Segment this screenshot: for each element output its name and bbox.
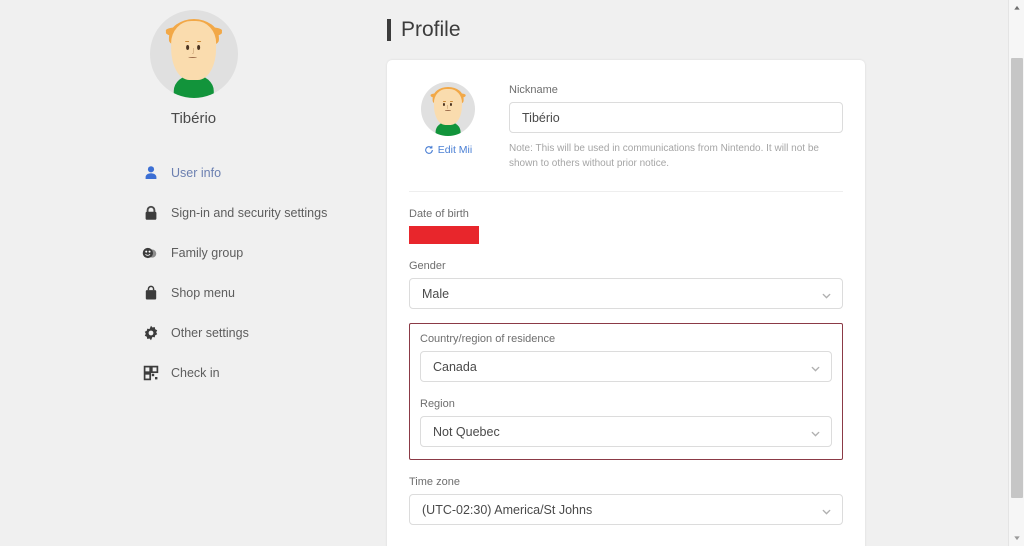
qr-code-icon <box>142 365 159 382</box>
gear-icon <box>142 325 159 342</box>
sidebar-item-label: Sign-in and security settings <box>171 206 328 220</box>
gender-select[interactable]: Male <box>409 278 843 309</box>
profile-name: Tibério <box>170 110 217 127</box>
date-of-birth-field: Date of birth <box>409 208 843 244</box>
mii-avatar <box>149 10 238 98</box>
family-icon <box>142 245 159 262</box>
sidebar-item-label: Family group <box>171 246 244 260</box>
timezone-select-wrap: (UTC-02:30) America/St Johns <box>409 494 843 525</box>
mii-eye-left <box>443 103 446 107</box>
sidebar-item-label: Other settings <box>171 326 249 340</box>
mii-eye-right <box>197 44 201 50</box>
refresh-icon <box>424 145 434 155</box>
scroll-up-arrow-icon[interactable] <box>1009 0 1024 16</box>
edit-mii-button[interactable]: Edit Mii <box>424 144 472 156</box>
mii-mouth <box>444 110 451 112</box>
country-value: Canada <box>433 359 477 374</box>
profile-page: Tibério User info Sign-in and security s… <box>0 0 1024 546</box>
shopping-bag-icon <box>142 285 159 302</box>
scroll-down-arrow-icon[interactable] <box>1009 530 1024 546</box>
lock-icon <box>142 205 159 222</box>
nickname-column: Nickname Note: This will be used in comm… <box>509 82 843 171</box>
sidebar-item-family-group[interactable]: Family group <box>142 233 387 273</box>
nickname-label: Nickname <box>509 84 558 96</box>
scrollbar-thumb[interactable] <box>1011 58 1023 498</box>
date-of-birth-redaction <box>409 226 479 244</box>
page-title: Profile <box>401 18 461 41</box>
title-accent-bar <box>387 19 391 41</box>
country-region-highlight-group: Country/region of residence Canada Regio… <box>409 323 843 460</box>
mii-eyebrow-right <box>196 40 201 43</box>
sidebar: Tibério User info Sign-in and security s… <box>0 0 387 546</box>
mii-face <box>433 89 463 125</box>
mii-nose <box>192 47 194 54</box>
region-select-wrap: Not Quebec <box>420 416 832 447</box>
gender-value: Male <box>422 286 450 301</box>
gender-field: Gender Male <box>409 260 843 309</box>
country-select-wrap: Canada <box>420 351 832 382</box>
nickname-note: Note: This will be used in communication… <box>509 143 819 169</box>
country-select[interactable]: Canada <box>420 351 832 382</box>
page-title-row: Profile <box>387 18 994 42</box>
sidebar-item-label: Check in <box>171 366 220 380</box>
country-label: Country/region of residence <box>420 333 556 345</box>
mii-nickname-row: Edit Mii Nickname Note: This will be use… <box>409 82 843 192</box>
mii-eyebrow-right <box>449 100 453 102</box>
gender-label: Gender <box>409 260 446 272</box>
profile-card: Edit Mii Nickname Note: This will be use… <box>387 60 865 546</box>
timezone-field: Time zone (UTC-02:30) America/St Johns <box>409 476 843 525</box>
gender-select-wrap: Male <box>409 278 843 309</box>
region-label: Region <box>420 398 455 410</box>
mii-eye-left <box>185 44 189 50</box>
sidebar-item-label: Shop menu <box>171 286 235 300</box>
sidebar-nav: User info Sign-in and security settings <box>0 153 387 393</box>
sidebar-item-label: User info <box>171 166 222 180</box>
timezone-select[interactable]: (UTC-02:30) America/St Johns <box>409 494 843 525</box>
sidebar-item-sign-in-security[interactable]: Sign-in and security settings <box>142 193 387 233</box>
mii-nose <box>447 105 449 109</box>
sidebar-profile-block: Tibério <box>0 10 387 127</box>
mii-avatar-small[interactable] <box>421 82 475 136</box>
mii-eyebrow-left <box>442 100 446 102</box>
sidebar-item-other-settings[interactable]: Other settings <box>142 313 387 353</box>
mii-mouth <box>188 56 198 59</box>
sidebar-item-check-in[interactable]: Check in <box>142 353 387 393</box>
region-value: Not Quebec <box>433 424 500 439</box>
person-icon <box>142 165 159 182</box>
mii-face <box>170 21 217 80</box>
date-of-birth-label: Date of birth <box>409 208 469 220</box>
mii-eye-right <box>450 103 453 107</box>
edit-mii-label: Edit Mii <box>437 144 473 156</box>
vertical-scrollbar[interactable] <box>1008 0 1024 546</box>
sidebar-item-shop-menu[interactable]: Shop menu <box>142 273 387 313</box>
main-content: Profile Edit Mii Nickname Tibério Note: … <box>387 0 1024 546</box>
region-field: Region Not Quebec <box>420 398 832 447</box>
mii-eyebrow-left <box>185 40 190 43</box>
country-field: Country/region of residence Canada <box>420 333 832 382</box>
nickname-input[interactable] <box>509 102 843 133</box>
region-select[interactable]: Not Quebec <box>420 416 832 447</box>
mii-edit-column: Edit Mii <box>409 82 487 171</box>
sidebar-item-user-info[interactable]: User info <box>142 153 387 193</box>
timezone-label: Time zone <box>409 476 460 488</box>
timezone-value: (UTC-02:30) America/St Johns <box>422 502 593 517</box>
